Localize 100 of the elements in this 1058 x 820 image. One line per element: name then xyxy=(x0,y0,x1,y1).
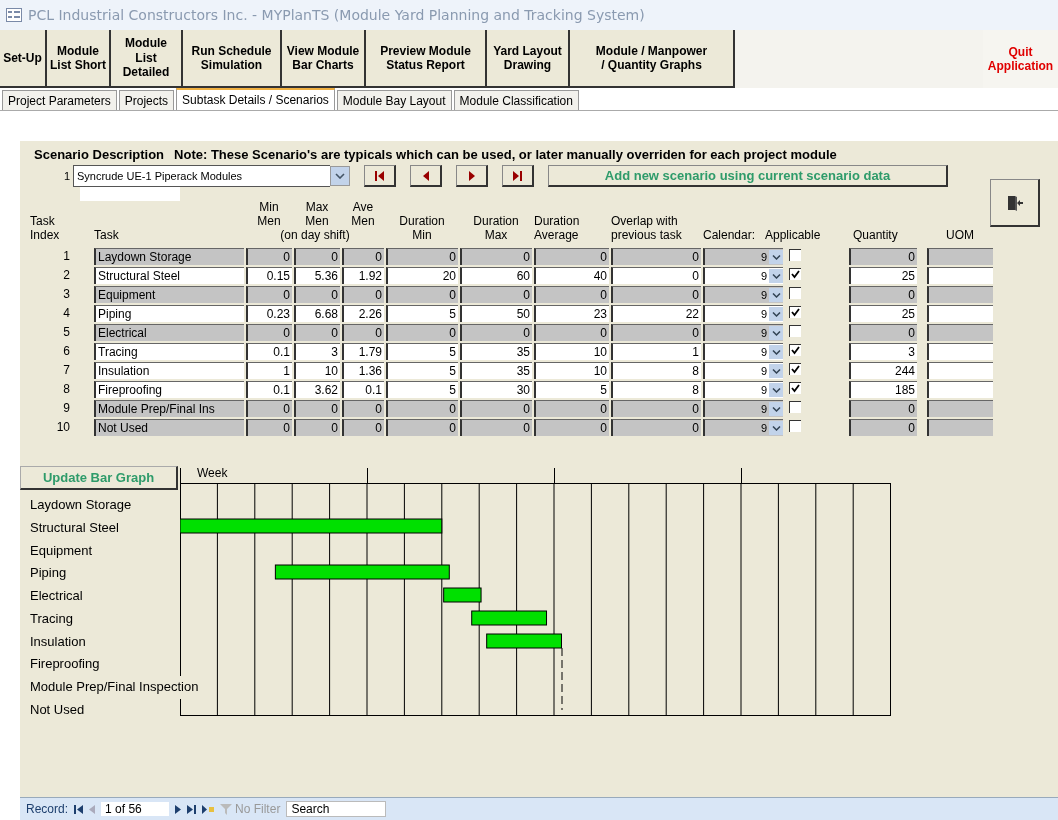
task-field[interactable]: Fireproofing xyxy=(94,381,244,399)
number-field[interactable]: 0 xyxy=(460,400,532,418)
quantity-field[interactable]: 0 xyxy=(849,400,917,418)
calendar-combo[interactable]: 9 xyxy=(703,248,783,266)
number-field[interactable]: 0 xyxy=(534,400,609,418)
number-field[interactable]: 23 xyxy=(534,305,609,323)
overlap-field[interactable]: 0 xyxy=(611,419,701,437)
calendar-combo[interactable]: 9 xyxy=(703,362,783,380)
number-field[interactable]: 35 xyxy=(460,343,532,361)
number-field[interactable]: 10 xyxy=(294,362,340,380)
number-field[interactable]: 5 xyxy=(386,381,458,399)
tab[interactable]: Project Parameters xyxy=(2,90,117,110)
toolbar-button[interactable]: Run Schedule Simulation xyxy=(183,30,282,88)
number-field[interactable]: 0 xyxy=(460,419,532,437)
number-field[interactable]: 3 xyxy=(294,343,340,361)
quantity-field[interactable]: 0 xyxy=(849,286,917,304)
overlap-field[interactable]: 1 xyxy=(611,343,701,361)
calendar-combo[interactable]: 9 xyxy=(703,400,783,418)
toolbar-button[interactable]: Module List Short xyxy=(47,30,111,88)
number-field[interactable]: 0.15 xyxy=(246,267,292,285)
number-field[interactable]: 0 xyxy=(246,286,292,304)
number-field[interactable]: 6.68 xyxy=(294,305,340,323)
overlap-field[interactable]: 0 xyxy=(611,248,701,266)
toolbar-button[interactable]: Set-Up xyxy=(0,30,47,88)
number-field[interactable]: 0.1 xyxy=(342,381,384,399)
number-field[interactable]: 10 xyxy=(534,343,609,361)
calendar-combo[interactable]: 9 xyxy=(703,381,783,399)
number-field[interactable]: 0 xyxy=(246,400,292,418)
task-field[interactable]: Laydown Storage xyxy=(94,248,244,266)
calendar-combo[interactable]: 9 xyxy=(703,286,783,304)
uom-field[interactable] xyxy=(927,324,993,342)
number-field[interactable]: 0 xyxy=(534,324,609,342)
new-record-icon[interactable] xyxy=(202,804,215,814)
search-field[interactable]: Search xyxy=(286,801,387,817)
number-field[interactable]: 0.1 xyxy=(246,381,292,399)
exit-button[interactable] xyxy=(990,179,1040,227)
task-field[interactable]: Equipment xyxy=(94,286,244,304)
tab[interactable]: Module Bay Layout xyxy=(336,90,452,110)
number-field[interactable]: 0 xyxy=(294,419,340,437)
number-field[interactable]: 0 xyxy=(534,419,609,437)
applicable-checkbox[interactable] xyxy=(789,401,801,414)
quantity-field[interactable]: 244 xyxy=(849,362,917,380)
uom-field[interactable] xyxy=(927,305,993,323)
applicable-checkbox[interactable] xyxy=(789,344,801,357)
task-field[interactable]: Structural Steel xyxy=(94,267,244,285)
uom-field[interactable] xyxy=(927,419,993,437)
quantity-field[interactable]: 0 xyxy=(849,248,917,266)
calendar-combo[interactable]: 9 xyxy=(703,305,783,323)
next-record-button[interactable] xyxy=(456,165,488,187)
first-record-button[interactable] xyxy=(364,165,396,187)
task-field[interactable]: Module Prep/Final Ins xyxy=(94,400,244,418)
applicable-checkbox[interactable] xyxy=(789,306,801,319)
next-icon[interactable] xyxy=(175,804,182,814)
number-field[interactable]: 0 xyxy=(342,286,384,304)
last-icon[interactable] xyxy=(187,804,197,814)
number-field[interactable]: 0 xyxy=(386,400,458,418)
number-field[interactable]: 1.79 xyxy=(342,343,384,361)
quantity-field[interactable]: 3 xyxy=(849,343,917,361)
task-field[interactable]: Electrical xyxy=(94,324,244,342)
number-field[interactable]: 0 xyxy=(534,286,609,304)
number-field[interactable]: 5 xyxy=(386,305,458,323)
number-field[interactable]: 1.36 xyxy=(342,362,384,380)
calendar-combo[interactable]: 9 xyxy=(703,324,783,342)
number-field[interactable]: 40 xyxy=(534,267,609,285)
number-field[interactable]: 1.92 xyxy=(342,267,384,285)
number-field[interactable]: 0 xyxy=(460,248,532,266)
number-field[interactable]: 5.36 xyxy=(294,267,340,285)
number-field[interactable]: 30 xyxy=(460,381,532,399)
number-field[interactable]: 50 xyxy=(460,305,532,323)
number-field[interactable]: 20 xyxy=(386,267,458,285)
number-field[interactable]: 0 xyxy=(342,400,384,418)
overlap-field[interactable]: 8 xyxy=(611,362,701,380)
number-field[interactable]: 5 xyxy=(534,381,609,399)
applicable-checkbox[interactable] xyxy=(789,268,801,281)
number-field[interactable]: 0 xyxy=(342,419,384,437)
applicable-checkbox[interactable] xyxy=(789,363,801,376)
number-field[interactable]: 0 xyxy=(386,286,458,304)
applicable-checkbox[interactable] xyxy=(789,420,801,433)
uom-field[interactable] xyxy=(927,248,993,266)
first-icon[interactable] xyxy=(74,804,84,814)
uom-field[interactable] xyxy=(927,343,993,361)
number-field[interactable]: 5 xyxy=(386,343,458,361)
quantity-field[interactable]: 25 xyxy=(849,305,917,323)
uom-field[interactable] xyxy=(927,286,993,304)
previous-record-button[interactable] xyxy=(410,165,442,187)
number-field[interactable]: 0 xyxy=(386,248,458,266)
uom-field[interactable] xyxy=(927,267,993,285)
number-field[interactable]: 35 xyxy=(460,362,532,380)
number-field[interactable]: 0 xyxy=(342,248,384,266)
overlap-field[interactable]: 8 xyxy=(611,381,701,399)
number-field[interactable]: 0 xyxy=(246,248,292,266)
number-field[interactable]: 10 xyxy=(534,362,609,380)
task-field[interactable]: Piping xyxy=(94,305,244,323)
task-field[interactable]: Not Used xyxy=(94,419,244,437)
quantity-field[interactable]: 185 xyxy=(849,381,917,399)
number-field[interactable]: 60 xyxy=(460,267,532,285)
number-field[interactable]: 0 xyxy=(460,286,532,304)
calendar-combo[interactable]: 9 xyxy=(703,343,783,361)
overlap-field[interactable]: 0 xyxy=(611,324,701,342)
number-field[interactable]: 0 xyxy=(294,324,340,342)
